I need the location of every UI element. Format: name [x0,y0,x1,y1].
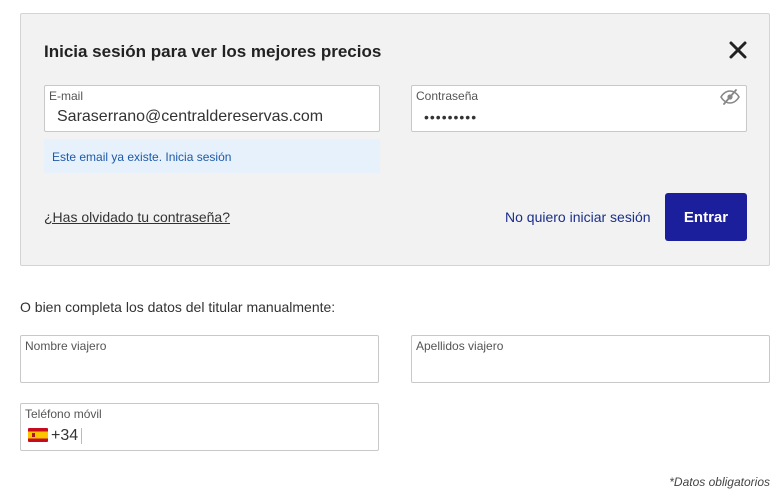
phone-prefix: +34 [51,427,79,444]
phone-label: Teléfono móvil [25,407,102,421]
spain-flag-icon[interactable] [28,428,48,442]
skip-login-link[interactable]: No quiero iniciar sesión [505,209,651,225]
enter-button[interactable]: Entrar [665,193,747,241]
close-button[interactable] [725,38,751,64]
email-field[interactable]: E-mail [44,85,380,132]
password-input[interactable]: ••••••••• [424,109,477,125]
last-name-field[interactable]: Apellidos viajero [411,335,770,383]
password-field[interactable]: Contraseña ••••••••• [411,85,747,132]
login-title: Inicia sesión para ver los mejores preci… [44,42,382,61]
forgot-password-link[interactable]: ¿Has olvidado tu contraseña? [44,209,230,225]
manual-entry-intro: O bien completa los datos del titular ma… [20,299,336,315]
email-exists-notice[interactable]: Este email ya existe. Inicia sesión [44,139,380,173]
phone-field[interactable]: Teléfono móvil +34 [20,403,379,451]
email-input[interactable] [57,108,357,126]
last-name-label: Apellidos viajero [416,339,504,353]
eye-slash-icon[interactable] [720,89,740,105]
email-label: E-mail [49,89,84,103]
password-label: Contraseña [416,89,479,103]
close-icon [729,41,747,58]
required-fields-note: *Datos obligatorios [669,475,770,489]
login-panel: Inicia sesión para ver los mejores preci… [20,13,770,266]
phone-input-cursor [81,428,82,444]
first-name-field[interactable]: Nombre viajero [20,335,379,383]
first-name-label: Nombre viajero [25,339,107,353]
